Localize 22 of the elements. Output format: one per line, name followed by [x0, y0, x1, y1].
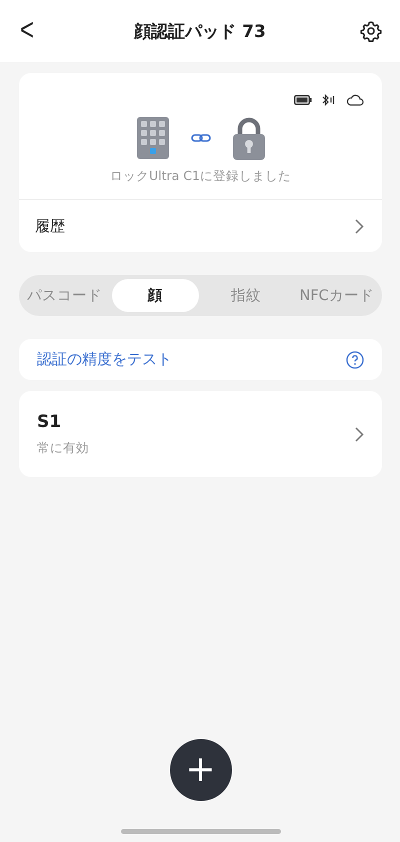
test-accuracy-link: 認証の精度をテスト	[37, 350, 172, 369]
back-button[interactable]: <	[14, 12, 40, 50]
keypad-icon	[136, 117, 168, 159]
chevron-icon	[355, 218, 364, 234]
padlock-icon	[232, 116, 264, 160]
entry-validity: 常に有効	[37, 440, 89, 456]
help-icon[interactable]	[346, 350, 364, 368]
status-text: ロックUltra C1に登録しました	[19, 168, 382, 200]
link-icon	[190, 133, 210, 143]
battery-icon	[294, 95, 312, 105]
face-entry-card[interactable]: S1 常に有効	[19, 391, 382, 477]
history-row[interactable]: 履歴	[19, 200, 382, 252]
entry-name: S1	[37, 412, 62, 432]
chevron-icon	[355, 426, 364, 442]
settings-icon[interactable]	[360, 20, 382, 42]
segment-tab[interactable]: 顔	[112, 279, 198, 312]
page-title: 顔認証パッド 73	[134, 20, 266, 42]
add-button[interactable]: +	[170, 739, 232, 801]
bluetooth-icon	[322, 94, 336, 106]
history-label: 履歴	[35, 216, 65, 236]
cloud-icon	[346, 94, 364, 106]
test-row[interactable]: 認証の精度をテスト	[19, 339, 382, 380]
